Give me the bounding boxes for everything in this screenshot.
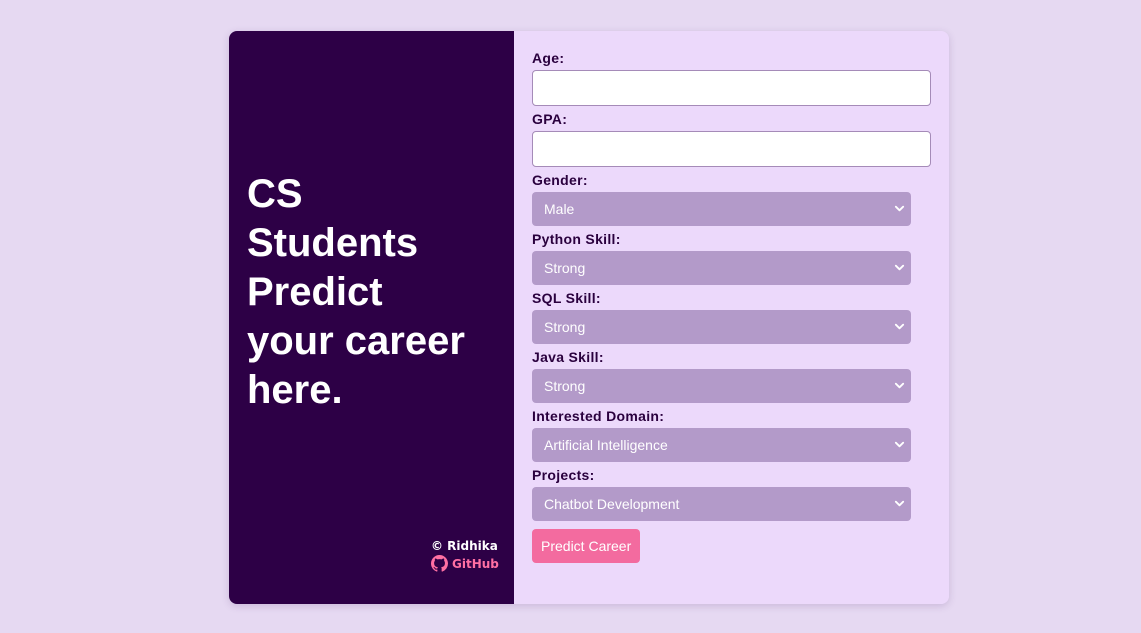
prediction-card: CS Students Predict your career here. © … — [229, 31, 949, 604]
prediction-form: Age: GPA: Gender: Male Python Skill: Str… — [514, 31, 949, 604]
gpa-input[interactable] — [532, 131, 931, 167]
projects-select-wrapper: Chatbot Development — [532, 487, 911, 521]
sql-skill-label: SQL Skill: — [532, 290, 601, 306]
interested-domain-select[interactable]: Artificial Intelligence — [532, 428, 911, 462]
projects-label: Projects: — [532, 467, 595, 483]
python-skill-select[interactable]: Strong — [532, 251, 911, 285]
hero-title: CS Students Predict your career here. — [247, 172, 465, 412]
java-skill-label: Java Skill: — [532, 349, 604, 365]
python-skill-label: Python Skill: — [532, 231, 621, 247]
projects-select[interactable]: Chatbot Development — [532, 487, 911, 521]
python-skill-select-wrapper: Strong — [532, 251, 911, 285]
gender-label: Gender: — [532, 172, 588, 188]
sql-skill-select[interactable]: Strong — [532, 310, 911, 344]
github-link-label: GitHub — [452, 556, 499, 571]
predict-career-button[interactable]: Predict Career — [532, 529, 641, 563]
interested-domain-select-wrapper: Artificial Intelligence — [532, 428, 911, 462]
age-label: Age: — [532, 50, 565, 66]
github-link[interactable]: GitHub — [431, 555, 499, 572]
age-input[interactable] — [532, 70, 931, 106]
author-credit: © Ridhika — [431, 539, 498, 553]
gpa-label: GPA: — [532, 111, 568, 127]
java-skill-select[interactable]: Strong — [532, 369, 911, 403]
interested-domain-label: Interested Domain: — [532, 408, 665, 424]
hero-panel: CS Students Predict your career here. © … — [229, 31, 514, 604]
java-skill-select-wrapper: Strong — [532, 369, 911, 403]
github-icon — [431, 555, 448, 572]
gender-select[interactable]: Male — [532, 192, 911, 226]
gender-select-wrapper: Male — [532, 192, 911, 226]
sql-skill-select-wrapper: Strong — [532, 310, 911, 344]
